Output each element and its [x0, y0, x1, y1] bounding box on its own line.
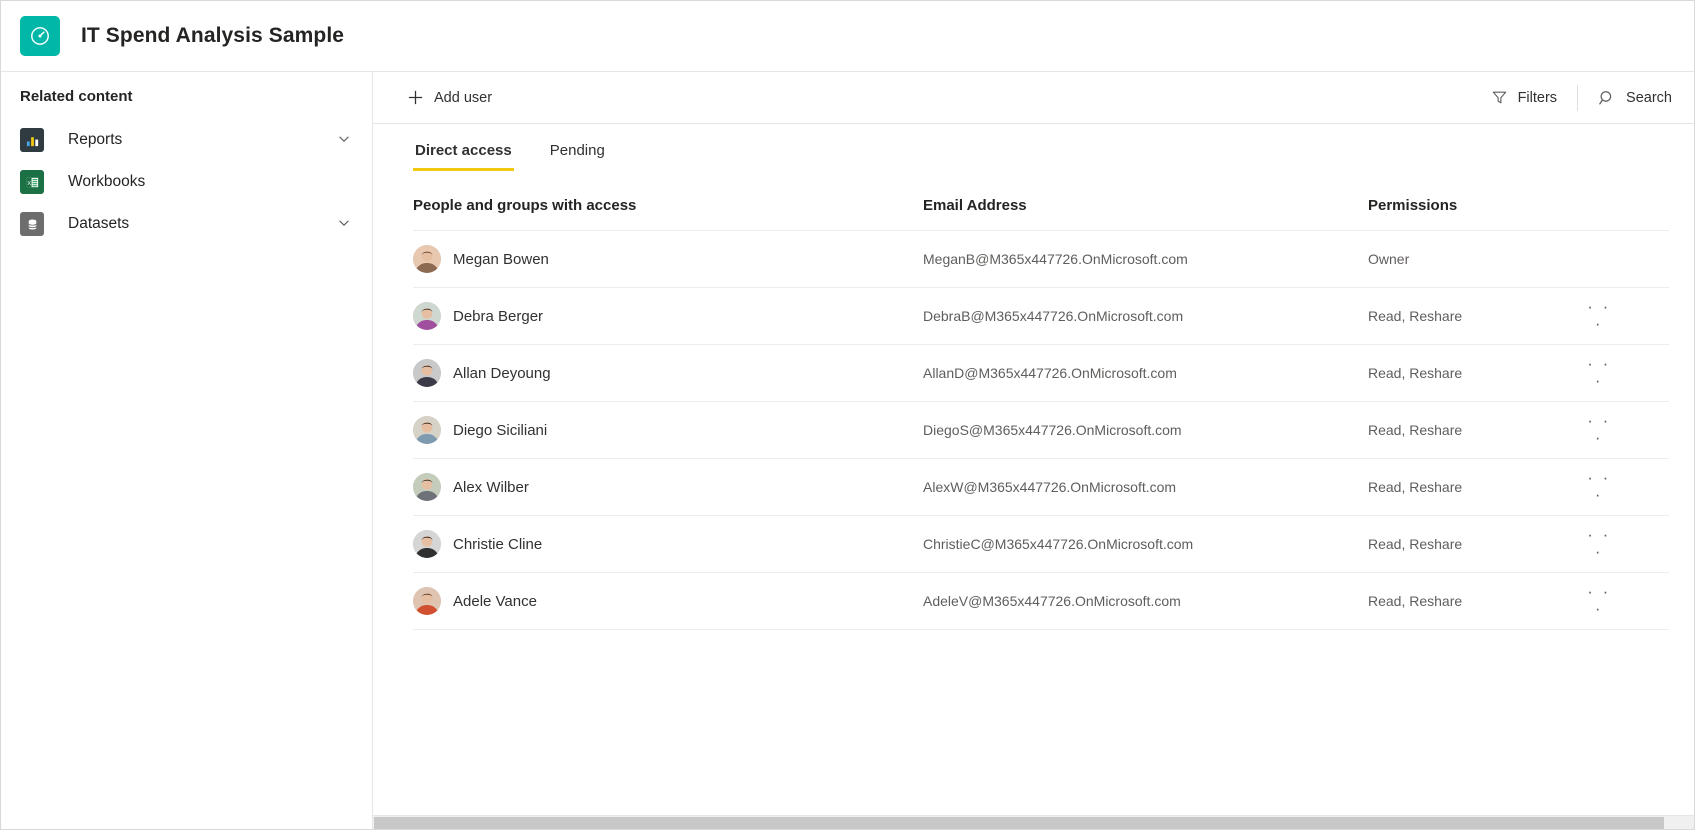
window-header: IT Spend Analysis Sample — [1, 1, 1694, 72]
excel-icon: X — [20, 170, 44, 194]
person-name: Diego Siciliani — [453, 421, 548, 439]
actions-cell — [1583, 230, 1669, 288]
toolbar-divider — [1577, 84, 1579, 111]
sidebar-item-workbooks[interactable]: X Workbooks — [1, 161, 372, 203]
column-header-actions — [1583, 197, 1669, 231]
permission-cell: Owner — [1368, 230, 1583, 288]
table-row[interactable]: Christie Cline ChristieC@M365x447726.OnMi… — [413, 515, 1669, 573]
column-header-email: Email Address — [923, 197, 1368, 231]
row-more-options-button[interactable]: · · · — [1583, 355, 1615, 391]
person-cell: Diego Siciliani — [413, 401, 923, 459]
person-cell: Adele Vance — [413, 572, 923, 630]
avatar — [413, 416, 441, 444]
permission-cell: Read, Reshare — [1368, 458, 1583, 516]
sidebar-item-label: Datasets — [68, 215, 130, 232]
scrollbar-thumb[interactable] — [374, 817, 1664, 829]
actions-cell: · · · — [1583, 287, 1669, 345]
avatar — [413, 302, 441, 330]
page-title: IT Spend Analysis Sample — [81, 24, 345, 47]
row-more-options-button[interactable]: · · · — [1583, 469, 1615, 505]
person-cell: Christie Cline — [413, 515, 923, 573]
main-panel: Add user Filters Search Direct access Pe… — [373, 72, 1694, 829]
search-icon — [1598, 89, 1616, 107]
permission-cell: Read, Reshare — [1368, 401, 1583, 459]
column-header-people: People and groups with access — [413, 197, 923, 231]
email-cell: ChristieC@M365x447726.OnMicrosoft.com — [923, 515, 1368, 573]
access-tabs: Direct access Pending — [373, 136, 1694, 171]
chevron-down-icon[interactable] — [337, 216, 353, 232]
gauge-icon — [20, 16, 60, 56]
person-name: Adele Vance — [453, 592, 537, 610]
actions-cell: · · · — [1583, 344, 1669, 402]
sidebar-item-label: Reports — [68, 131, 123, 148]
avatar — [413, 587, 441, 615]
email-cell: AllanD@M365x447726.OnMicrosoft.com — [923, 344, 1368, 402]
email-cell: DiegoS@M365x447726.OnMicrosoft.com — [923, 401, 1368, 459]
person-cell: Allan Deyoung — [413, 344, 923, 402]
person-name: Debra Berger — [453, 307, 544, 325]
actions-cell: · · · — [1583, 401, 1669, 459]
chevron-down-icon[interactable] — [337, 132, 353, 148]
actions-cell: · · · — [1583, 458, 1669, 516]
svg-text:X: X — [27, 180, 31, 186]
avatar — [413, 359, 441, 387]
filters-label: Filters — [1517, 89, 1558, 106]
permission-cell: Read, Reshare — [1368, 572, 1583, 630]
row-more-options-button[interactable]: · · · — [1583, 298, 1615, 334]
tab-direct-access[interactable]: Direct access — [413, 136, 514, 171]
email-cell: AlexW@M365x447726.OnMicrosoft.com — [923, 458, 1368, 516]
table-row[interactable]: Allan Deyoung AllanD@M365x447726.OnMicros… — [413, 344, 1669, 402]
permission-cell: Read, Reshare — [1368, 515, 1583, 573]
command-bar: Add user Filters Search — [373, 72, 1694, 124]
bar-chart-icon — [20, 128, 44, 152]
add-user-label: Add user — [434, 89, 493, 106]
access-table-area: People and groups with access Email Addr… — [373, 171, 1694, 829]
search-button[interactable]: Search — [1586, 80, 1684, 116]
related-content-sidebar: Related content Reports X Workbooks Data… — [1, 72, 373, 829]
table-row[interactable]: Megan Bowen MeganB@M365x447726.OnMicrosof… — [413, 230, 1669, 288]
avatar — [413, 530, 441, 558]
person-cell: Alex Wilber — [413, 458, 923, 516]
person-cell: Debra Berger — [413, 287, 923, 345]
access-table: People and groups with access Email Addr… — [413, 197, 1669, 630]
table-row[interactable]: Diego Siciliani DiegoS@M365x447726.OnMicr… — [413, 401, 1669, 459]
actions-cell: · · · — [1583, 572, 1669, 630]
sidebar-item-reports[interactable]: Reports — [1, 119, 372, 161]
permission-cell: Read, Reshare — [1368, 287, 1583, 345]
funnel-icon — [1491, 89, 1508, 106]
person-name: Alex Wilber — [453, 478, 529, 496]
database-icon — [20, 212, 44, 236]
table-row[interactable]: Debra Berger DebraB@M365x447726.OnMicroso… — [413, 287, 1669, 345]
person-cell: Megan Bowen — [413, 230, 923, 288]
search-label: Search — [1626, 89, 1672, 106]
table-header-row: People and groups with access Email Addr… — [413, 197, 1669, 231]
person-name: Christie Cline — [453, 535, 543, 553]
add-user-button[interactable]: Add user — [395, 80, 504, 116]
tab-pending[interactable]: Pending — [548, 136, 607, 171]
permission-cell: Read, Reshare — [1368, 344, 1583, 402]
email-cell: MeganB@M365x447726.OnMicrosoft.com — [923, 230, 1368, 288]
sidebar-item-datasets[interactable]: Datasets — [1, 203, 372, 245]
actions-cell: · · · — [1583, 515, 1669, 573]
avatar — [413, 473, 441, 501]
share-dialog-window: IT Spend Analysis Sample Related content… — [0, 0, 1695, 830]
table-row[interactable]: Adele Vance AdeleV@M365x447726.OnMicrosof… — [413, 572, 1669, 630]
email-cell: DebraB@M365x447726.OnMicrosoft.com — [923, 287, 1368, 345]
row-more-options-button[interactable]: · · · — [1583, 583, 1615, 619]
row-more-options-button[interactable]: · · · — [1583, 412, 1615, 448]
row-more-options-button[interactable]: · · · — [1583, 526, 1615, 562]
avatar — [413, 245, 441, 273]
table-row[interactable]: Alex Wilber AlexW@M365x447726.OnMicrosoft… — [413, 458, 1669, 516]
plus-icon — [407, 89, 424, 106]
email-cell: AdeleV@M365x447726.OnMicrosoft.com — [923, 572, 1368, 630]
column-header-permissions: Permissions — [1368, 197, 1583, 231]
horizontal-scrollbar[interactable] — [373, 815, 1694, 829]
filters-button[interactable]: Filters — [1479, 80, 1569, 116]
sidebar-item-label: Workbooks — [68, 173, 146, 190]
person-name: Allan Deyoung — [453, 364, 551, 382]
sidebar-heading: Related content — [20, 88, 133, 105]
person-name: Megan Bowen — [453, 250, 549, 268]
